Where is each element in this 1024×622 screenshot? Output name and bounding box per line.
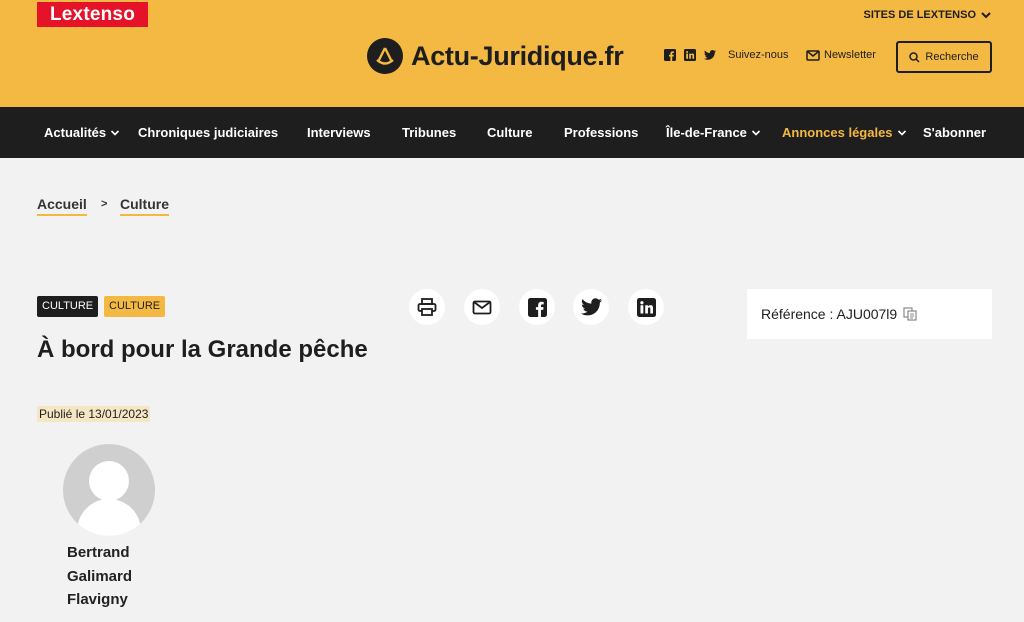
print-button[interactable] <box>409 289 445 325</box>
author-name[interactable]: Bertrand Galimard Flavigny <box>67 541 167 612</box>
social-links: Suivez-nous <box>664 49 789 61</box>
nav-label: Tribunes <box>402 125 457 140</box>
nav-item-professions[interactable]: Professions <box>564 107 638 158</box>
breadcrumb-separator: > <box>101 198 108 210</box>
brand-logo[interactable]: Actu-Juridique.fr <box>367 38 624 74</box>
lextenso-logo[interactable]: Lextenso <box>37 2 148 27</box>
share-twitter-button[interactable] <box>573 289 609 325</box>
reference-text: Référence : AJU007l9 <box>761 306 898 322</box>
nav-label: Chroniques judiciaires <box>138 125 279 140</box>
chevron-down-icon <box>897 129 906 136</box>
nav-item-chroniques[interactable]: Chroniques judiciaires <box>138 107 278 158</box>
site-header: Lextenso SITES DE LEXTENSO Actu-Juridiqu… <box>0 0 1024 107</box>
avatar-head <box>89 461 129 501</box>
print-icon <box>417 298 437 316</box>
chevron-down-icon <box>981 12 991 19</box>
author-name-line: Galimard <box>67 567 133 585</box>
sites-lextenso-label: SITES DE LEXTENSO <box>863 9 976 21</box>
author-avatar[interactable] <box>63 444 155 536</box>
newsletter-label: Newsletter <box>824 49 876 61</box>
nav-item-sabonner[interactable]: S'abonner <box>923 107 986 158</box>
facebook-icon[interactable] <box>664 49 676 61</box>
nav-label: Annonces légales <box>782 125 893 140</box>
breadcrumb-culture[interactable]: Culture <box>120 196 169 216</box>
copy-icon[interactable] <box>903 307 917 321</box>
mail-icon <box>472 300 492 314</box>
author-name-line: Flavigny <box>67 591 128 608</box>
nav-label: Professions <box>564 125 639 140</box>
category-tag[interactable]: CULTURE <box>37 296 99 317</box>
nav-label: Actualités <box>44 125 107 140</box>
breadcrumb-home[interactable]: Accueil <box>37 196 87 216</box>
category-tag[interactable]: CULTURE <box>104 296 166 317</box>
search-label: Recherche <box>925 51 979 63</box>
nav-item-culture[interactable]: Culture <box>487 107 533 158</box>
reference-box: Référence : AJU007l9 <box>747 289 992 339</box>
scales-icon <box>367 38 403 74</box>
search-button[interactable]: Recherche <box>896 41 992 73</box>
share-mail-button[interactable] <box>464 289 500 325</box>
chevron-down-icon <box>751 129 760 136</box>
nav-label: Culture <box>487 125 533 140</box>
share-facebook-button[interactable] <box>519 289 555 325</box>
search-icon <box>909 51 920 63</box>
published-date: Publié le 13/01/2023 <box>37 406 151 422</box>
linkedin-icon[interactable] <box>684 49 696 61</box>
share-linkedin-button[interactable] <box>628 289 664 325</box>
mail-icon <box>806 49 820 61</box>
nav-item-actualites[interactable]: Actualités <box>44 107 120 158</box>
sites-lextenso-menu[interactable]: SITES DE LEXTENSO <box>864 9 992 21</box>
author-name-line: Bertrand <box>67 544 130 561</box>
nav-item-annonces-legales[interactable]: Annonces légales <box>782 107 907 158</box>
nav-item-ile-de-france[interactable]: Île-de-France <box>666 107 761 158</box>
main-nav: Actualités Chroniques judiciaires Interv… <box>0 107 1024 158</box>
nav-item-interviews[interactable]: Interviews <box>307 107 371 158</box>
nav-label: S'abonner <box>923 125 987 140</box>
follow-label: Suivez-nous <box>728 49 789 61</box>
nav-label: Interviews <box>307 125 371 140</box>
article-title: À bord pour la Grande pêche <box>37 336 368 363</box>
chevron-down-icon <box>111 129 120 136</box>
avatar-body <box>77 499 141 536</box>
nav-label: Île-de-France <box>666 125 747 140</box>
nav-item-tribunes[interactable]: Tribunes <box>402 107 456 158</box>
twitter-icon <box>580 298 602 316</box>
facebook-icon <box>527 297 547 317</box>
brand-name: Actu-Juridique.fr <box>411 40 624 71</box>
newsletter-link[interactable]: Newsletter <box>806 49 876 61</box>
linkedin-icon <box>636 297 656 317</box>
twitter-icon[interactable] <box>704 49 716 61</box>
